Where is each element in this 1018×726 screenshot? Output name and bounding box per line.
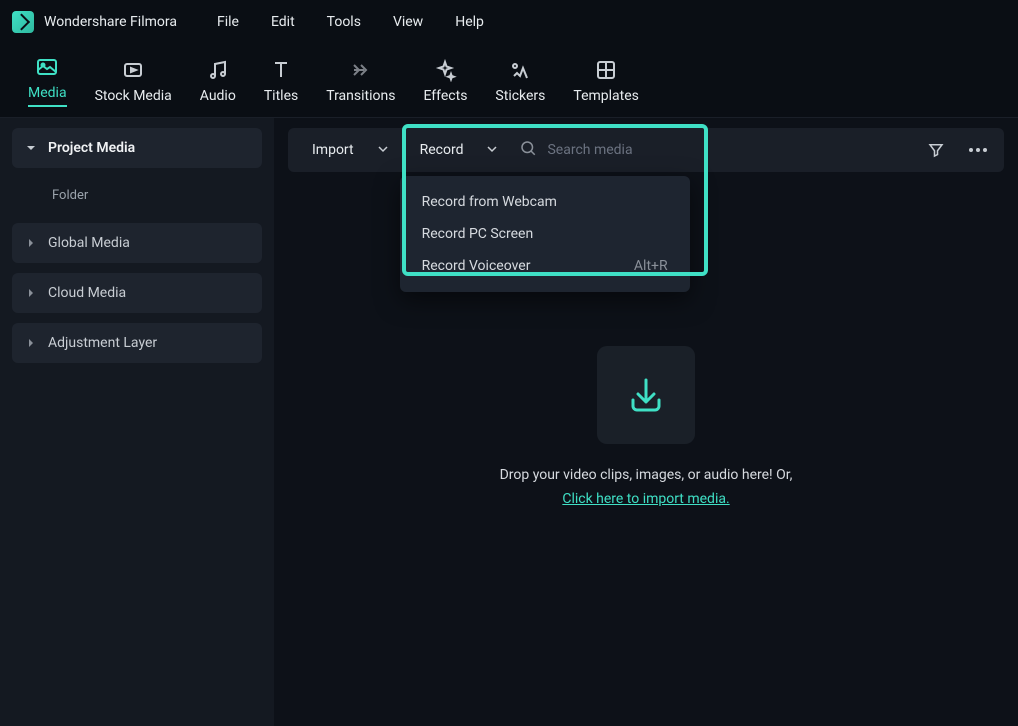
chevron-down-icon — [378, 142, 388, 158]
sidebar-item-label: Project Media — [48, 140, 135, 156]
more-button[interactable] — [966, 138, 990, 162]
chevron-down-icon — [487, 142, 497, 158]
sidebar-item-label: Cloud Media — [48, 285, 126, 301]
tab-effects[interactable]: Effects — [423, 54, 467, 108]
filter-button[interactable] — [924, 138, 948, 162]
sidebar-item-adjustment-layer[interactable]: Adjustment Layer — [12, 323, 262, 363]
tab-transitions-label: Transitions — [326, 88, 395, 104]
app-brand: Wondershare Filmora — [12, 11, 177, 33]
tab-titles[interactable]: Titles — [264, 54, 298, 108]
record-menu-item-label: Record PC Screen — [422, 226, 534, 242]
record-menu-item-label: Record from Webcam — [422, 194, 557, 210]
transitions-icon — [349, 58, 373, 82]
tab-audio-label: Audio — [200, 88, 236, 104]
chevron-right-icon — [26, 238, 36, 248]
tab-transitions[interactable]: Transitions — [326, 54, 395, 108]
tab-templates-label: Templates — [573, 88, 639, 104]
download-icon — [621, 370, 671, 420]
sidebar-item-project-media[interactable]: Project Media — [12, 128, 262, 168]
sidebar-folder[interactable]: Folder — [12, 178, 262, 213]
import-media-link[interactable]: Click here to import media. — [562, 491, 729, 507]
main-area: Import Record Record from Webcam Record … — [274, 118, 1018, 726]
record-menu-item-label: Record Voiceover — [422, 258, 531, 274]
record-menu-item-shortcut: Alt+R — [634, 258, 668, 274]
tab-media[interactable]: Media — [28, 51, 67, 111]
import-label: Import — [312, 142, 354, 158]
sidebar-item-label: Global Media — [48, 235, 130, 251]
sidebar-folder-label: Folder — [52, 188, 88, 203]
dropzone-message: Drop your video clips, images, or audio … — [500, 467, 793, 483]
tab-stock-media[interactable]: Stock Media — [95, 54, 172, 108]
audio-icon — [206, 58, 230, 82]
menu-file[interactable]: File — [217, 14, 239, 30]
titles-icon — [269, 58, 293, 82]
stickers-icon — [508, 58, 532, 82]
chevron-down-icon — [26, 143, 36, 153]
tab-stock-media-label: Stock Media — [95, 88, 172, 104]
sidebar-item-global-media[interactable]: Global Media — [12, 223, 262, 263]
media-icon — [35, 55, 59, 79]
menu-edit[interactable]: Edit — [271, 14, 295, 30]
templates-icon — [594, 58, 618, 82]
more-icon — [969, 148, 987, 152]
search-icon — [519, 139, 537, 161]
menu-view[interactable]: View — [393, 14, 423, 30]
tab-media-label: Media — [28, 85, 67, 107]
record-menu-webcam[interactable]: Record from Webcam — [400, 186, 690, 218]
menu-bar: File Edit Tools View Help — [217, 14, 484, 30]
app-title: Wondershare Filmora — [44, 14, 177, 30]
chevron-right-icon — [26, 338, 36, 348]
menu-tools[interactable]: Tools — [327, 14, 361, 30]
import-dropdown[interactable]: Import — [302, 136, 398, 164]
tab-effects-label: Effects — [423, 88, 467, 104]
app-logo-icon — [12, 11, 34, 33]
tab-stickers-label: Stickers — [495, 88, 545, 104]
filter-icon — [927, 141, 945, 159]
tab-templates[interactable]: Templates — [573, 54, 639, 108]
record-menu-pc-screen[interactable]: Record PC Screen — [400, 218, 690, 250]
tab-audio[interactable]: Audio — [200, 54, 236, 108]
record-menu: Record from Webcam Record PC Screen Reco… — [400, 176, 690, 292]
effects-icon — [433, 58, 457, 82]
stock-media-icon — [121, 58, 145, 82]
record-menu-voiceover[interactable]: Record Voiceover Alt+R — [400, 250, 690, 282]
search-input[interactable] — [547, 142, 912, 158]
record-dropdown[interactable]: Record Record from Webcam Record PC Scre… — [410, 136, 508, 164]
tab-strip: Media Stock Media Audio Titles Transitio… — [0, 44, 1018, 118]
search-box — [519, 139, 912, 161]
tab-stickers[interactable]: Stickers — [495, 54, 545, 108]
tab-titles-label: Titles — [264, 88, 298, 104]
import-icon-box — [597, 346, 695, 444]
chevron-right-icon — [26, 288, 36, 298]
record-label: Record — [420, 142, 464, 158]
sidebar-item-cloud-media[interactable]: Cloud Media — [12, 273, 262, 313]
main-toolbar: Import Record Record from Webcam Record … — [288, 128, 1004, 172]
menu-help[interactable]: Help — [455, 14, 484, 30]
sidebar-item-label: Adjustment Layer — [48, 335, 157, 351]
sidebar: Project Media Folder Global Media Cloud … — [0, 118, 274, 726]
dropzone-text: Drop your video clips, images, or audio … — [500, 464, 793, 512]
